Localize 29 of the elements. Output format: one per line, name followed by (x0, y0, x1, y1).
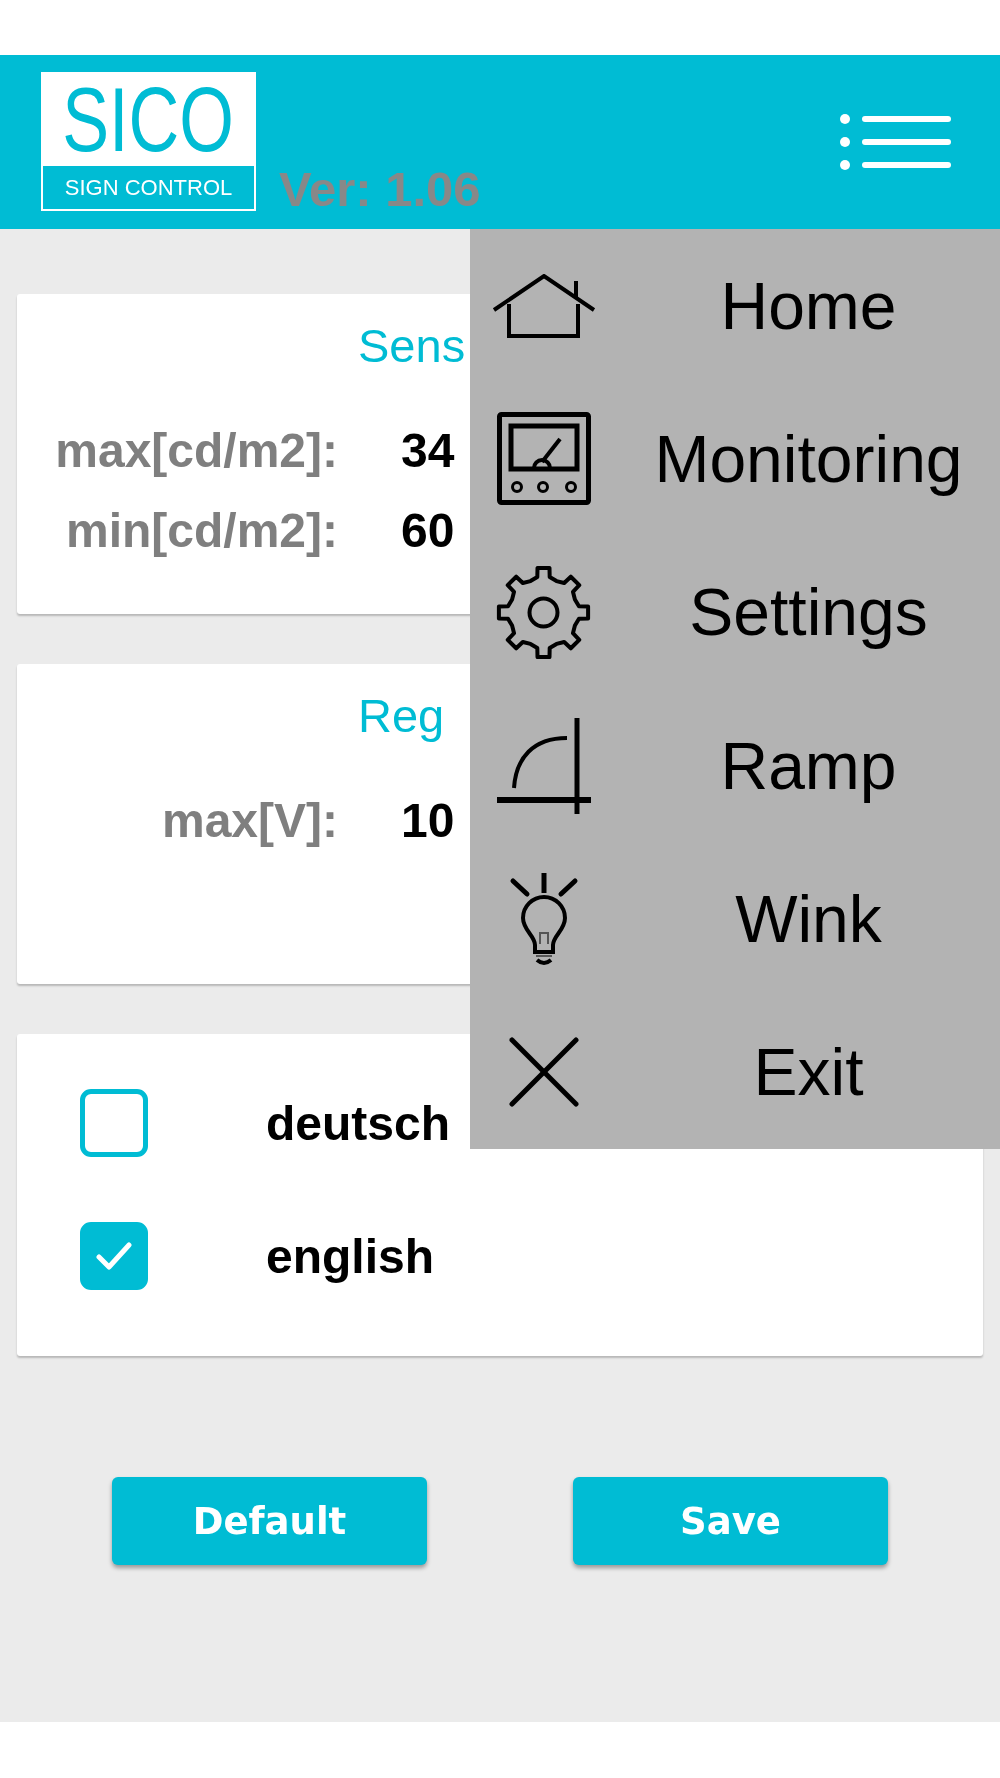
menu-item[interactable]: Monitoring (470, 382, 1000, 536)
menu-item[interactable]: Exit (470, 995, 1000, 1149)
version-label: Ver: 1.06 (279, 163, 481, 217)
graph-curve-icon (496, 717, 591, 814)
menu-item[interactable]: Ramp (470, 689, 1000, 843)
settings-icon (496, 564, 591, 660)
logo-wordmark: SICO (62, 75, 235, 165)
field-value: 34 (401, 422, 455, 478)
card-title: Sens (358, 318, 466, 374)
card-title: Reg (358, 688, 445, 744)
menu-icon[interactable] (840, 112, 951, 171)
home-icon (491, 273, 596, 338)
field-value: 10 (401, 792, 455, 848)
field-label: max[V]: (161, 792, 338, 848)
checkmark-icon (96, 1242, 132, 1270)
field-value: 60 (401, 502, 455, 558)
menu-item[interactable]: Home (470, 229, 1000, 383)
close-icon (508, 1037, 579, 1108)
checkbox[interactable] (80, 1222, 148, 1290)
lightbulb-icon (508, 871, 579, 966)
logo-tagline: SIGN CONTROL (43, 166, 254, 209)
field-label: min[cd/m2]: (66, 502, 338, 558)
language-label: deutsch (266, 1095, 451, 1151)
field-label: max[cd/m2]: (55, 422, 338, 478)
language-label: english (266, 1228, 435, 1284)
menu-item[interactable]: Wink (470, 842, 1000, 996)
menu-item[interactable]: Settings (470, 535, 1000, 689)
checkbox[interactable] (80, 1089, 148, 1157)
meter-panel-icon (496, 412, 591, 506)
